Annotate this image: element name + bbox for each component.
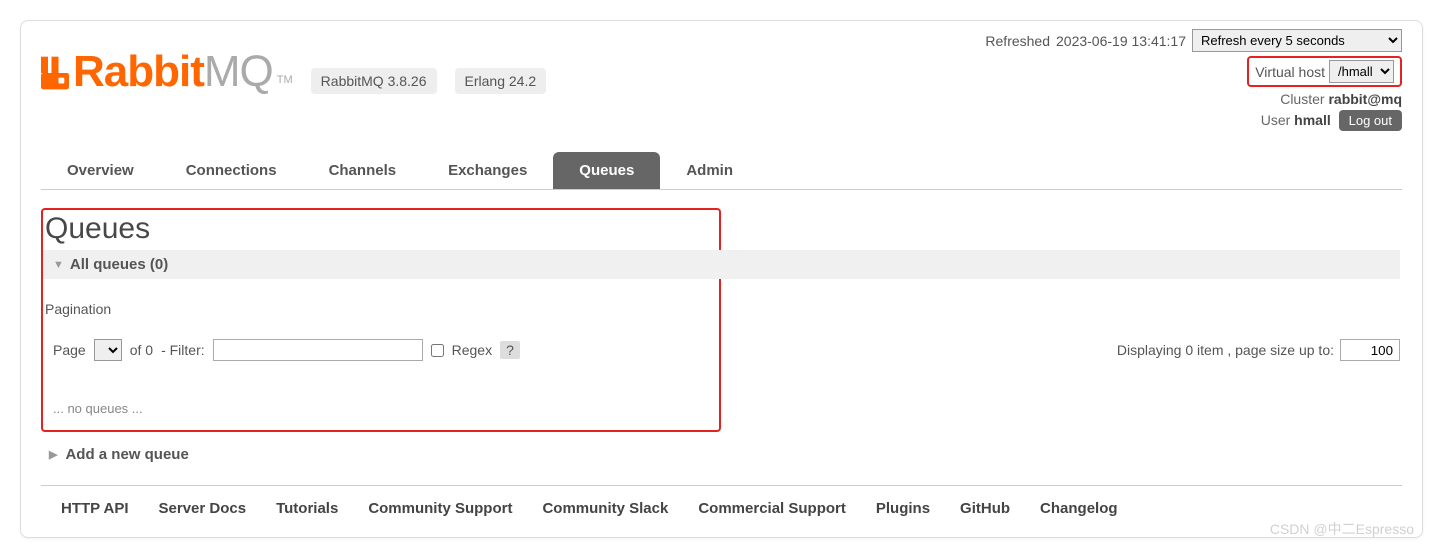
page-title: Queues [45,212,719,246]
tab-connections[interactable]: Connections [160,152,303,189]
tab-admin[interactable]: Admin [660,152,759,189]
user-label: User [1261,112,1291,128]
virtual-host-box: Virtual host /hmall [1247,56,1402,87]
add-queue-label: Add a new queue [65,446,188,463]
tab-exchanges[interactable]: Exchanges [422,152,553,189]
footer-links: HTTP API Server Docs Tutorials Community… [41,486,1402,517]
refreshed-time: 2023-06-19 13:41:17 [1056,33,1186,49]
logo-tm: TM [277,74,293,86]
footer-server-docs[interactable]: Server Docs [159,500,247,517]
displaying-label: Displaying 0 item , page size up to: [1117,342,1334,358]
footer-commercial-support[interactable]: Commercial Support [698,500,846,517]
chevron-right-icon: ▶ [49,448,57,461]
empty-state: ... no queues ... [53,401,719,416]
footer-github[interactable]: GitHub [960,500,1010,517]
section-label: All queues (0) [70,256,168,273]
tab-channels[interactable]: Channels [303,152,423,189]
footer-community-slack[interactable]: Community Slack [542,500,668,517]
regex-help[interactable]: ? [500,341,520,359]
rabbitmq-version: RabbitMQ 3.8.26 [311,68,437,94]
cluster-value: rabbit@mq [1328,91,1402,107]
footer-changelog[interactable]: Changelog [1040,500,1118,517]
logo: RabbitMQ TM [41,47,293,97]
filter-input[interactable] [213,339,423,361]
watermark: CSDN @中二Espresso [1270,519,1414,539]
regex-checkbox[interactable] [431,344,444,357]
footer-plugins[interactable]: Plugins [876,500,930,517]
page-of-label: of 0 [130,342,153,358]
tab-overview[interactable]: Overview [41,152,160,189]
logo-text-mq: MQ [204,47,273,97]
logout-button[interactable]: Log out [1339,110,1402,131]
pagesize-input[interactable] [1340,339,1400,361]
page-label: Page [53,342,86,358]
logo-text-rabbit: Rabbit [73,47,204,97]
vhost-label: Virtual host [1255,64,1325,80]
rabbitmq-icon [41,56,69,90]
footer-community-support[interactable]: Community Support [368,500,512,517]
cluster-label: Cluster [1280,91,1324,107]
vhost-select[interactable]: /hmall [1329,60,1394,83]
pagination-label: Pagination [45,301,719,317]
user-value: hmall [1294,112,1331,128]
footer-tutorials[interactable]: Tutorials [276,500,338,517]
nav-tabs: Overview Connections Channels Exchanges … [41,152,1402,190]
erlang-version: Erlang 24.2 [455,68,547,94]
add-new-queue[interactable]: ▶ Add a new queue [41,446,1402,463]
tab-queues[interactable]: Queues [553,152,660,189]
page-select[interactable] [94,339,122,361]
chevron-down-icon: ▼ [53,259,64,271]
regex-label: Regex [452,342,492,358]
all-queues-section[interactable]: ▼ All queues (0) [43,250,1400,279]
footer-http-api[interactable]: HTTP API [61,500,129,517]
refresh-interval-select[interactable]: Refresh every 5 seconds [1192,29,1402,52]
refreshed-label: Refreshed [985,33,1050,49]
filter-label: - Filter: [161,342,205,358]
